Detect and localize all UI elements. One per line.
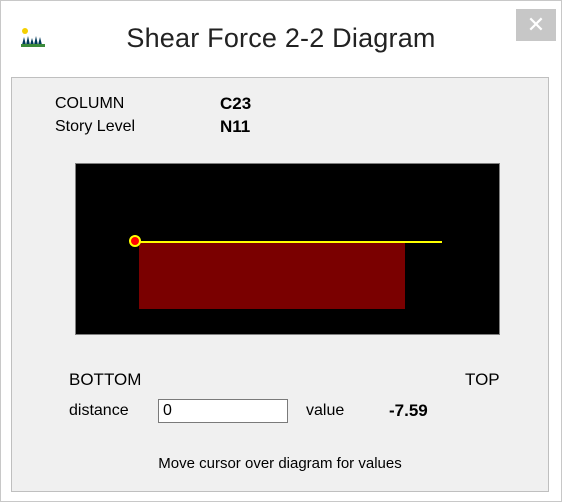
title-bar[interactable]: Shear Force 2-2 Diagram ✕ (1, 1, 561, 77)
distance-label: distance (69, 402, 129, 419)
value-label: value (306, 402, 345, 419)
shear-force-diagram[interactable] (75, 163, 500, 335)
window-title: Shear Force 2-2 Diagram (126, 23, 436, 53)
top-end-label: TOP (465, 370, 500, 389)
cursor-marker (129, 235, 141, 247)
story-level-label: Story Level (55, 118, 136, 135)
close-button[interactable]: ✕ (516, 9, 556, 41)
distance-input[interactable] (158, 399, 288, 423)
bottom-end-label: BOTTOM (69, 370, 142, 389)
story-level-value: N11 (220, 117, 251, 136)
dialog-client-area: COLUMN C23 Story Level N11 BOTTOM TOP di… (11, 77, 549, 492)
instruction-text: Move cursor over diagram for values (158, 455, 402, 472)
shear-force-fill (139, 242, 405, 309)
dialog-window: Shear Force 2-2 Diagram ✕ COLUMN C23 Sto… (0, 0, 562, 502)
column-label: COLUMN (55, 95, 125, 112)
column-value: C23 (220, 94, 252, 113)
value-readout: -7.59 (389, 401, 428, 420)
